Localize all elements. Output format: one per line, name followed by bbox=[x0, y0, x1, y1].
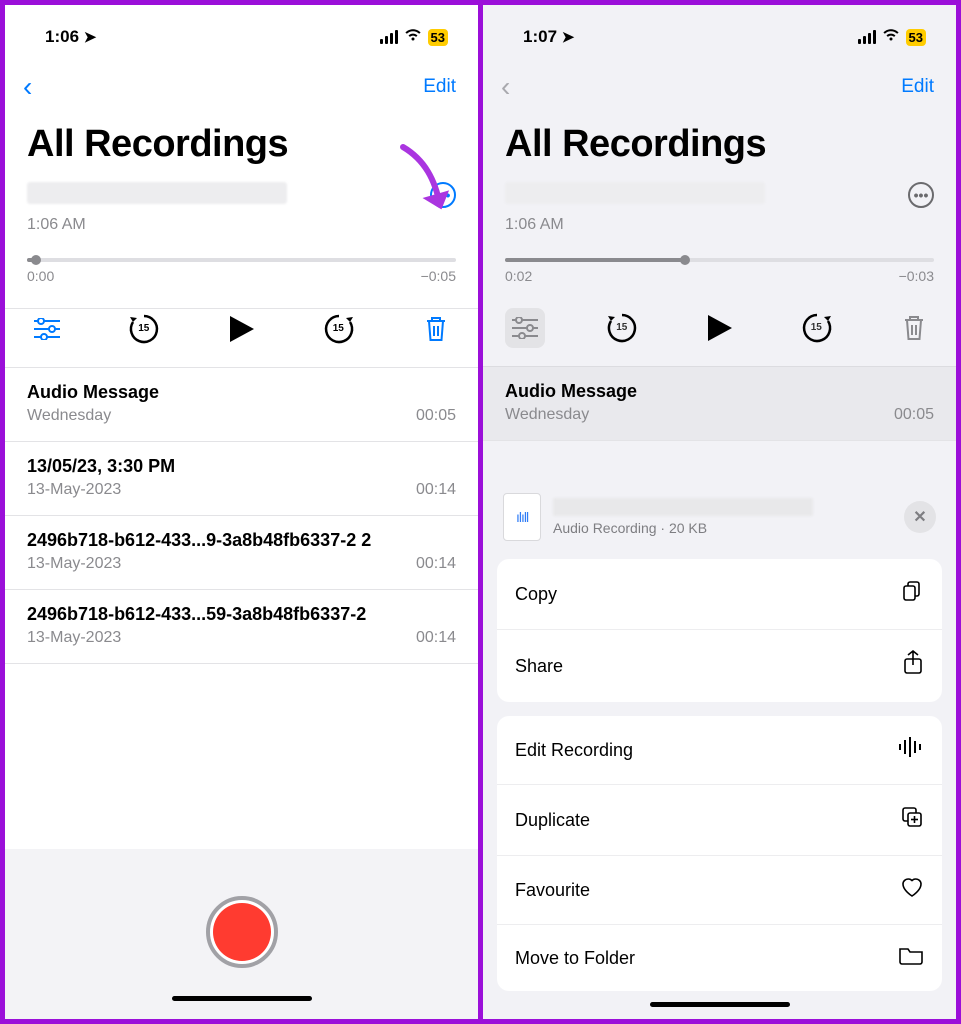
heart-icon bbox=[900, 876, 924, 904]
close-sheet-button[interactable]: ✕ bbox=[904, 501, 936, 533]
item-subtitle: 13-May-2023 bbox=[27, 555, 121, 573]
remaining-time: −0:03 bbox=[899, 268, 934, 284]
menu-label: Move to Folder bbox=[515, 948, 635, 969]
cellular-icon bbox=[858, 30, 876, 44]
item-duration: 00:05 bbox=[894, 406, 934, 424]
item-title: 2496b718-b612-433...59-3a8b48fb6337-2 bbox=[27, 604, 456, 625]
item-subtitle: Wednesday bbox=[505, 406, 589, 424]
document-icon: ılıll bbox=[503, 493, 541, 541]
item-duration: 00:05 bbox=[416, 407, 456, 425]
item-title: 13/05/23, 3:30 PM bbox=[27, 456, 456, 477]
record-button[interactable] bbox=[206, 896, 278, 968]
item-duration: 00:14 bbox=[416, 629, 456, 647]
page-title: All Recordings bbox=[483, 117, 956, 178]
menu-share[interactable]: Share bbox=[497, 630, 942, 702]
recording-item[interactable]: Audio Message Wednesday 00:05 bbox=[483, 367, 956, 441]
wifi-icon bbox=[882, 28, 900, 47]
playback-scrubber[interactable]: 0:00 −0:05 bbox=[27, 258, 456, 284]
menu-label: Favourite bbox=[515, 880, 590, 901]
record-toolbar bbox=[5, 849, 478, 1019]
item-title: Audio Message bbox=[505, 381, 934, 402]
skip-forward-15-button[interactable] bbox=[797, 308, 837, 348]
location-icon: ➤ bbox=[562, 29, 575, 46]
status-bar: 1:06 ➤ 53 bbox=[5, 5, 478, 57]
wifi-icon bbox=[404, 28, 422, 47]
action-sheet: ılıll Audio Recording · 20 KB ✕ Copy Sha… bbox=[483, 475, 956, 1019]
playback-scrubber[interactable]: 0:02 −0:03 bbox=[505, 258, 934, 284]
location-icon: ➤ bbox=[84, 29, 97, 46]
current-recording[interactable]: ••• 1:06 AM 0:00 −0:05 bbox=[5, 178, 478, 309]
status-bar: 1:07 ➤ 53 bbox=[483, 5, 956, 57]
menu-favourite[interactable]: Favourite bbox=[497, 856, 942, 925]
item-subtitle: 13-May-2023 bbox=[27, 629, 121, 647]
menu-label: Duplicate bbox=[515, 810, 590, 831]
skip-back-15-button[interactable] bbox=[602, 308, 642, 348]
edit-button[interactable]: Edit bbox=[423, 76, 456, 98]
menu-copy[interactable]: Copy bbox=[497, 559, 942, 630]
play-button[interactable] bbox=[222, 309, 262, 349]
options-slider-button[interactable] bbox=[27, 309, 67, 349]
back-button[interactable]: ‹ bbox=[23, 71, 32, 103]
home-indicator[interactable] bbox=[650, 1002, 790, 1007]
current-recording[interactable]: ••• 1:06 AM 0:02 −0:03 bbox=[483, 178, 956, 308]
sheet-title-redacted bbox=[553, 498, 813, 516]
folder-icon bbox=[898, 945, 924, 971]
share-icon bbox=[902, 650, 924, 682]
item-duration: 00:14 bbox=[416, 555, 456, 573]
recording-item[interactable]: 2496b718-b612-433...59-3a8b48fb6337-2 13… bbox=[5, 590, 478, 664]
page-title: All Recordings bbox=[5, 117, 478, 178]
elapsed-time: 0:00 bbox=[27, 268, 54, 284]
recording-name-redacted bbox=[505, 182, 765, 204]
menu-group: Copy Share bbox=[497, 559, 942, 702]
options-slider-button[interactable] bbox=[505, 308, 545, 348]
waveform-icon bbox=[898, 736, 924, 764]
status-time: 1:06 bbox=[45, 27, 79, 46]
menu-edit-recording[interactable]: Edit Recording bbox=[497, 716, 942, 785]
more-options-button[interactable]: ••• bbox=[430, 182, 456, 208]
more-options-button[interactable]: ••• bbox=[908, 182, 934, 208]
cellular-icon bbox=[380, 30, 398, 44]
item-title: Audio Message bbox=[27, 382, 456, 403]
skip-back-15-button[interactable] bbox=[124, 309, 164, 349]
menu-label: Share bbox=[515, 656, 563, 677]
menu-duplicate[interactable]: Duplicate bbox=[497, 785, 942, 856]
menu-label: Edit Recording bbox=[515, 740, 633, 761]
copy-icon bbox=[900, 579, 924, 609]
home-indicator[interactable] bbox=[172, 996, 312, 1001]
item-duration: 00:14 bbox=[416, 481, 456, 499]
elapsed-time: 0:02 bbox=[505, 268, 532, 284]
menu-group: Edit Recording Duplicate Favourite Move … bbox=[497, 716, 942, 991]
recording-item[interactable]: 13/05/23, 3:30 PM 13-May-2023 00:14 bbox=[5, 442, 478, 516]
skip-forward-15-button[interactable] bbox=[319, 309, 359, 349]
item-subtitle: Wednesday bbox=[27, 407, 111, 425]
recording-time: 1:06 AM bbox=[27, 216, 456, 234]
play-button[interactable] bbox=[700, 308, 740, 348]
delete-button[interactable] bbox=[416, 309, 456, 349]
status-time: 1:07 bbox=[523, 27, 557, 46]
item-title: 2496b718-b612-433...9-3a8b48fb6337-2 2 bbox=[27, 530, 456, 551]
battery-badge: 53 bbox=[428, 29, 448, 46]
menu-move-to-folder[interactable]: Move to Folder bbox=[497, 925, 942, 991]
battery-badge: 53 bbox=[906, 29, 926, 46]
delete-button[interactable] bbox=[894, 308, 934, 348]
edit-button[interactable]: Edit bbox=[901, 76, 934, 98]
sheet-meta: Audio Recording · 20 KB bbox=[553, 520, 892, 536]
recording-name-redacted bbox=[27, 182, 287, 204]
duplicate-icon bbox=[900, 805, 924, 835]
recording-item[interactable]: 2496b718-b612-433...9-3a8b48fb6337-2 2 1… bbox=[5, 516, 478, 590]
remaining-time: −0:05 bbox=[421, 268, 456, 284]
menu-label: Copy bbox=[515, 584, 557, 605]
item-subtitle: 13-May-2023 bbox=[27, 481, 121, 499]
recording-item[interactable]: Audio Message Wednesday 00:05 bbox=[5, 368, 478, 442]
recording-time: 1:06 AM bbox=[505, 216, 934, 234]
back-button[interactable]: ‹ bbox=[501, 71, 510, 103]
